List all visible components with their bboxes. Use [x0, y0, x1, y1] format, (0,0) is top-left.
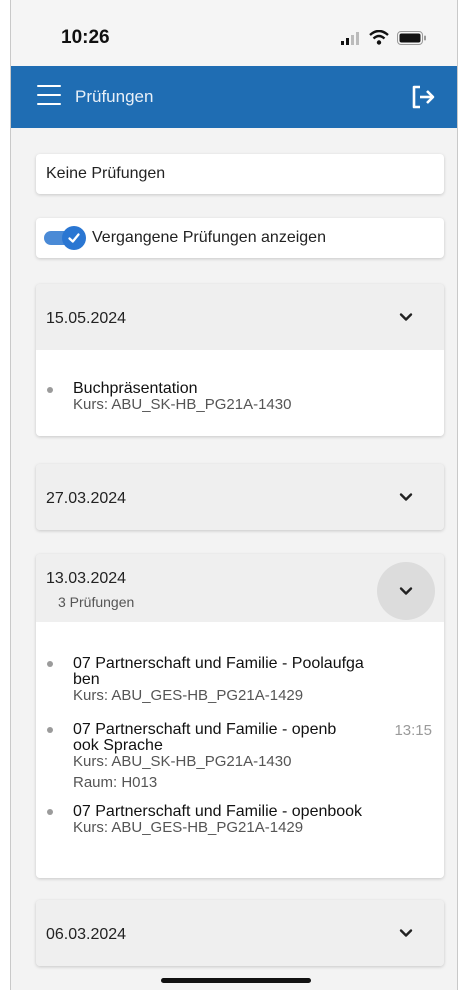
page-title: Prüfungen — [75, 87, 154, 106]
exam-group-date: 15.05.2024 — [46, 310, 127, 327]
chevron-down-icon[interactable] — [398, 309, 414, 325]
exam-group-date: 13.03.2024 — [46, 570, 127, 587]
exam-group-date: 06.03.2024 — [46, 926, 127, 943]
exam-course: Kurs: ABU_GES-HB_PG21A-1429 — [73, 819, 304, 836]
show-past-exams-toggle[interactable] — [44, 226, 86, 250]
show-past-exams-label: Vergangene Prüfungen anzeigen — [92, 229, 326, 246]
menu-icon — [37, 85, 61, 87]
status-bar: 10:26 — [11, 0, 457, 66]
exam-group-body: 07 Partnerschaft und Familie - Poolaufga… — [36, 622, 444, 878]
exam-group-header[interactable]: 15.05.2024 — [36, 284, 444, 350]
exam-list: Keine Prüfungen Vergangene Prüfungen anz… — [11, 128, 457, 990]
checkmark-icon — [68, 233, 80, 243]
exam-title-line2: ook Sprache — [73, 737, 163, 754]
exam-group-13-03-2024: 13.03.2024 3 Prüfungen 07 Partnerschaft … — [36, 554, 444, 878]
exam-course: Kurs: ABU_SK-HB_PG21A-1430 — [73, 396, 292, 413]
exam-course: Kurs: ABU_GES-HB_PG21A-1429 — [73, 687, 304, 704]
cellular-signal-icon — [341, 31, 359, 45]
chevron-down-icon — [399, 587, 413, 595]
home-indicator — [161, 978, 311, 983]
exam-count: 3 Prüfungen — [58, 594, 135, 610]
logout-icon — [412, 85, 435, 109]
battery-icon — [397, 30, 426, 45]
exam-time: 13:15 — [394, 722, 432, 739]
bullet — [47, 809, 53, 815]
show-past-exams-row[interactable]: Vergangene Prüfungen anzeigen — [36, 218, 444, 258]
exam-group-06-03-2024: 06.03.2024 — [36, 900, 444, 966]
exam-entry[interactable]: 13:15 07 Partnerschaft und Familie - ope… — [36, 722, 444, 792]
exam-group-date: 27.03.2024 — [46, 490, 127, 507]
exam-title-line1: 07 Partnerschaft und Familie - openb — [73, 721, 337, 738]
bullet — [47, 661, 53, 667]
exam-group-header[interactable]: 27.03.2024 — [36, 464, 444, 530]
collapse-button[interactable] — [377, 562, 435, 620]
exam-title: 07 Partnerschaft und Familie - openbook — [73, 803, 363, 820]
exam-group-15-05-2024: 15.05.2024 Buchpräsentation Kurs: ABU_SK… — [36, 284, 444, 436]
exam-room: Raum: H013 — [73, 774, 158, 791]
bullet — [47, 387, 53, 393]
exam-entry[interactable]: 07 Partnerschaft und Familie - Poolaufga… — [36, 656, 444, 704]
status-time: 10:26 — [61, 27, 110, 48]
exam-group-header[interactable]: 06.03.2024 — [36, 900, 444, 966]
exam-entry[interactable]: 07 Partnerschaft und Familie - openbook … — [36, 804, 444, 836]
exam-title-line2: ben — [73, 671, 100, 688]
exam-title: Buchpräsentation — [73, 380, 198, 397]
exam-group-27-03-2024: 27.03.2024 — [36, 464, 444, 530]
exam-group-body: Buchpräsentation Kurs: ABU_SK-HB_PG21A-1… — [36, 350, 444, 436]
status-icons — [341, 30, 427, 45]
no-exams-card: Keine Prüfungen — [36, 154, 444, 194]
bullet — [47, 727, 53, 733]
exam-entry[interactable]: Buchpräsentation Kurs: ABU_SK-HB_PG21A-1… — [36, 381, 444, 413]
exam-title-line1: 07 Partnerschaft und Familie - Poolaufga — [73, 655, 364, 672]
menu-button[interactable] — [37, 85, 61, 107]
chevron-down-icon[interactable] — [398, 489, 414, 505]
exam-group-header[interactable]: 13.03.2024 3 Prüfungen — [36, 554, 444, 622]
app-bar: Prüfungen — [11, 66, 457, 128]
chevron-down-icon[interactable] — [398, 925, 414, 941]
wifi-icon — [369, 30, 389, 45]
exam-course: Kurs: ABU_SK-HB_PG21A-1430 — [73, 753, 292, 770]
phone-screen: 10:26 Prüfungen Keine Prüfungen Vergange… — [10, 0, 458, 990]
no-exams-text: Keine Prüfungen — [46, 165, 166, 182]
logout-button[interactable] — [409, 83, 437, 111]
